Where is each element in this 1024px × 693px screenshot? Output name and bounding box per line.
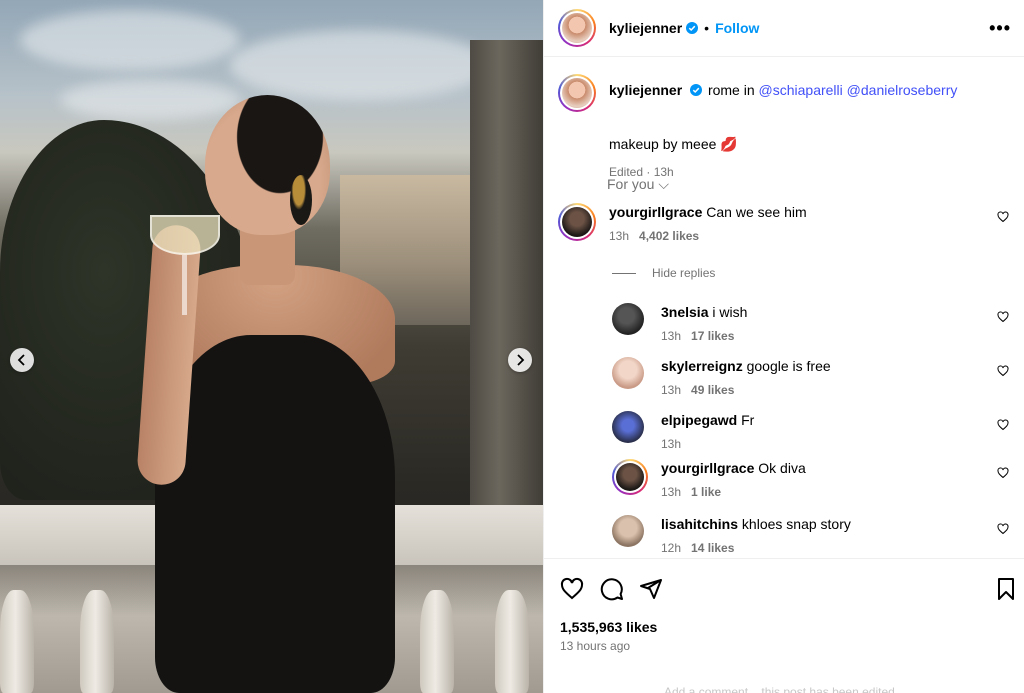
mention-danielroseberry[interactable]: @danielroseberry — [847, 82, 958, 98]
post-image — [0, 0, 543, 693]
reply-time: 13h — [661, 329, 682, 343]
reply-avatar[interactable] — [612, 459, 648, 495]
comment-bubble-icon[interactable] — [600, 577, 624, 601]
hide-replies-button[interactable]: Hide replies — [612, 266, 715, 280]
reply-time: 13h — [661, 437, 682, 451]
separator-dot: • — [704, 20, 710, 36]
hide-replies-label: Hide replies — [652, 266, 716, 280]
share-send-icon[interactable] — [639, 577, 663, 601]
mention-schiaparelli[interactable]: @schiaparelli — [759, 82, 843, 98]
chevron-left-icon — [17, 354, 25, 366]
post-timestamp: 13 hours ago — [560, 639, 631, 653]
woman-figure — [135, 95, 405, 693]
reply-text: Ok diva — [758, 460, 806, 476]
caption-text: rome in — [707, 82, 759, 98]
comment-text: Can we see him — [706, 204, 807, 220]
post-header: kyliejenner • Follow ••• — [544, 0, 1024, 57]
verified-badge-icon — [686, 22, 699, 34]
reply-likes[interactable]: 49 likes — [691, 383, 734, 397]
caption-username[interactable]: kyliejenner — [609, 82, 682, 98]
reply: skylerreignz google is free 13h 49 likes — [612, 357, 1018, 397]
caption-avatar[interactable] — [558, 74, 596, 112]
add-comment-input[interactable]: Add a comment... this post has been edit… — [664, 685, 964, 693]
reply-likes[interactable]: 17 likes — [691, 329, 734, 343]
reply: yourgirllgrace Ok diva 13h 1 like — [612, 459, 1018, 499]
reply: 3nelsia i wish 13h 17 likes — [612, 303, 1018, 343]
caption-meta: Edited · 13h — [609, 165, 674, 179]
like-heart-icon[interactable] — [560, 577, 584, 601]
like-reply-heart-icon[interactable] — [997, 523, 1009, 535]
reply-likes[interactable]: 1 like — [691, 485, 721, 499]
reply-username[interactable]: 3nelsia — [661, 304, 708, 320]
avatar[interactable] — [558, 9, 596, 47]
foreground-building — [470, 40, 543, 540]
reply-username[interactable]: elpipegawd — [661, 412, 737, 428]
reply-avatar[interactable] — [612, 411, 644, 443]
sort-comments-dropdown[interactable]: For you ⌵ — [607, 176, 669, 193]
divider-line — [612, 272, 636, 274]
bookmark-icon[interactable] — [994, 577, 1018, 601]
reply: lisahitchins khloes snap story 12h 14 lik… — [612, 515, 1018, 555]
comment: yourgirllgrace Can we see him 13h 4,402 l… — [558, 203, 1018, 243]
reply-text: google is free — [746, 358, 831, 374]
reply-avatar[interactable] — [612, 515, 644, 547]
comment-username[interactable]: yourgirllgrace — [609, 204, 702, 220]
reply-username[interactable]: yourgirllgrace — [661, 460, 754, 476]
reply-text: Fr — [741, 412, 755, 428]
reply-avatar[interactable] — [612, 303, 644, 335]
post-details-panel: kyliejenner • Follow ••• kyliejenner rom… — [543, 0, 1024, 693]
chevron-right-icon — [517, 354, 525, 366]
reply-avatar[interactable] — [612, 357, 644, 389]
caption-line-2: makeup by meee 💋 — [609, 136, 738, 152]
like-reply-heart-icon[interactable] — [997, 365, 1009, 377]
reply-text: khloes snap story — [741, 516, 851, 532]
follow-button[interactable]: Follow — [715, 20, 759, 36]
more-options-icon[interactable]: ••• — [989, 18, 1011, 39]
comment-time: 13h — [609, 229, 630, 243]
like-reply-heart-icon[interactable] — [997, 467, 1009, 479]
author-username[interactable]: kyliejenner — [609, 20, 682, 36]
reply-likes[interactable]: 14 likes — [691, 541, 734, 555]
reply-username[interactable]: skylerreignz — [661, 358, 743, 374]
reply-time: 13h — [661, 485, 682, 499]
next-image-button[interactable] — [508, 348, 532, 372]
reply-username[interactable]: lisahitchins — [661, 516, 738, 532]
post-actions: 1,535,963 likes 13 hours ago Add a comme… — [544, 558, 1024, 693]
reply-time: 13h — [661, 383, 682, 397]
like-reply-heart-icon[interactable] — [997, 419, 1009, 431]
comment-avatar[interactable] — [558, 203, 596, 241]
like-comment-heart-icon[interactable] — [997, 211, 1009, 223]
reply-text: i wish — [712, 304, 748, 320]
reply-time: 12h — [661, 541, 682, 555]
caption: kyliejenner rome in @schiaparelli @danie… — [558, 74, 1013, 179]
comment-likes[interactable]: 4,402 likes — [639, 229, 699, 243]
likes-count[interactable]: 1,535,963 likes — [560, 619, 657, 635]
like-reply-heart-icon[interactable] — [997, 311, 1009, 323]
previous-image-button[interactable] — [10, 348, 34, 372]
reply: elpipegawd Fr 13h — [612, 411, 1018, 451]
verified-badge-icon — [690, 84, 703, 96]
